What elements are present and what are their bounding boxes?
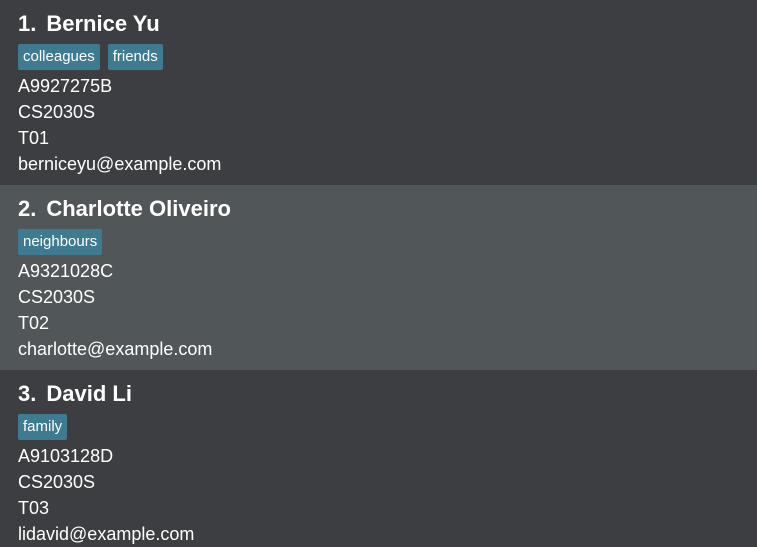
email: lidavid@example.com	[18, 524, 195, 544]
person-card[interactable]: 2. Charlotte Oliveiro neighbours A9321028…	[0, 185, 757, 370]
module-code: CS2030S	[18, 287, 96, 307]
student-id: A9927275B	[18, 76, 113, 96]
tag-list: family	[18, 414, 739, 440]
tutorial-group: T03	[18, 498, 50, 518]
tag: friends	[107, 44, 163, 70]
tag-list: neighbours	[18, 229, 739, 255]
tag: neighbours	[18, 229, 103, 255]
tutorial-group: T01	[18, 128, 50, 148]
person-index: 1.	[18, 11, 37, 36]
person-list[interactable]: 1. Bernice Yu colleagues friends A9927275B…	[0, 0, 757, 547]
person-header: 1. Bernice Yu	[18, 10, 739, 38]
tutorial-group: T02	[18, 313, 50, 333]
tag: family	[18, 414, 68, 440]
tag-list: colleagues friends	[18, 44, 739, 70]
tag: colleagues	[18, 44, 100, 70]
person-header: 3. David Li	[18, 380, 739, 408]
person-name: David Li	[46, 381, 132, 406]
email: charlotte@example.com	[18, 339, 213, 359]
person-name: Bernice Yu	[46, 11, 160, 36]
person-header: 2. Charlotte Oliveiro	[18, 195, 739, 223]
person-index: 2.	[18, 196, 37, 221]
module-code: CS2030S	[18, 472, 96, 492]
email: berniceyu@example.com	[18, 154, 222, 174]
person-name: Charlotte Oliveiro	[46, 196, 231, 221]
person-index: 3.	[18, 381, 37, 406]
person-card[interactable]: 3. David Li family A9103128D CS2030S T03 …	[0, 370, 757, 547]
student-id: A9321028C	[18, 261, 114, 281]
student-id: A9103128D	[18, 446, 114, 466]
person-card[interactable]: 1. Bernice Yu colleagues friends A9927275B…	[0, 0, 757, 185]
module-code: CS2030S	[18, 102, 96, 122]
